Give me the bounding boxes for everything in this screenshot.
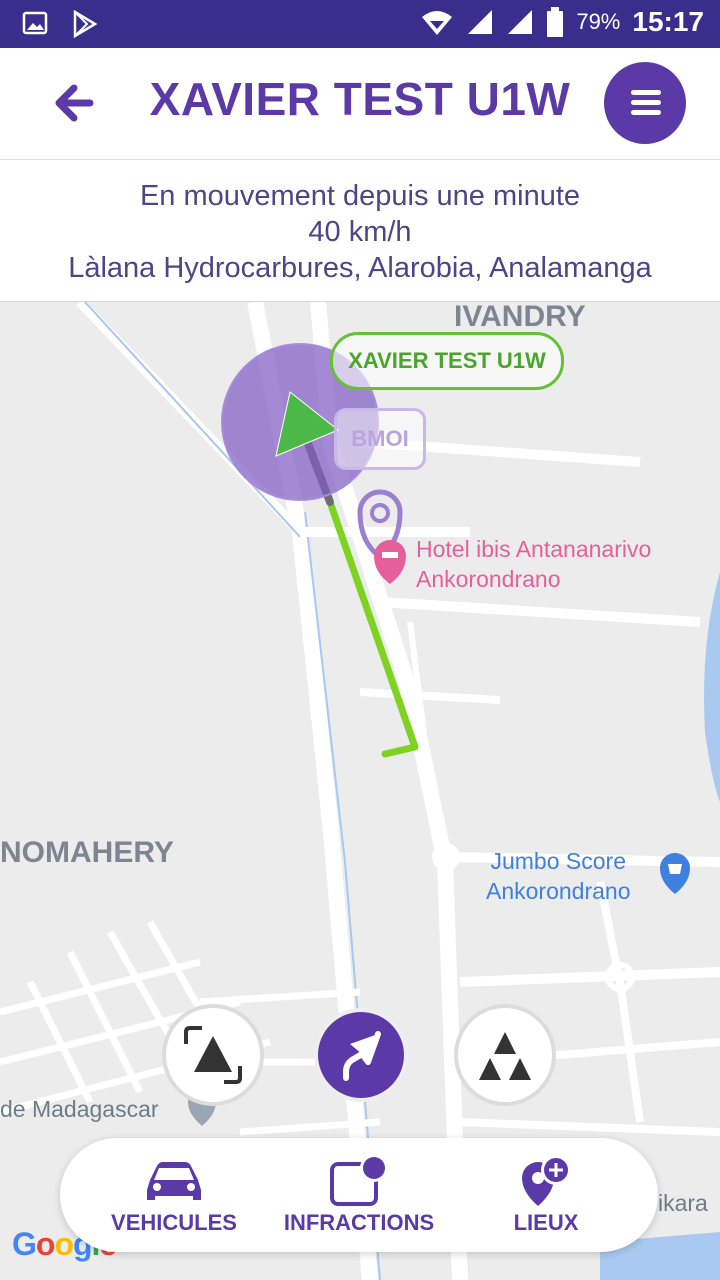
- vehicle-status-panel: En mouvement depuis une minute 40 km/h L…: [0, 160, 720, 302]
- app-header: XAVIER TEST U1W: [0, 48, 720, 160]
- battery-icon: [547, 7, 564, 37]
- signal-icon: [508, 10, 533, 34]
- recenter-button[interactable]: [162, 1004, 264, 1106]
- gallery-icon: [22, 11, 48, 35]
- navigate-arrow-icon: [343, 1031, 381, 1081]
- focus-arrow-icon: [184, 1026, 242, 1084]
- group-vehicles-button[interactable]: [454, 1004, 556, 1106]
- area-label-nomahery: NOMAHERY: [0, 836, 174, 869]
- back-button[interactable]: [50, 78, 100, 128]
- car-icon: [147, 1162, 201, 1200]
- signal-icon: [468, 10, 493, 34]
- navigate-button[interactable]: [314, 1008, 408, 1102]
- poi-jumbo-label[interactable]: Jumbo Score Ankorondrano: [486, 846, 631, 906]
- nav-lieux[interactable]: LIEUX: [480, 1138, 612, 1252]
- page-title: XAVIER TEST U1W: [149, 73, 571, 125]
- add-place-icon: [522, 1155, 571, 1206]
- multi-arrow-icon: [479, 1032, 531, 1080]
- arrow-left-icon: [55, 84, 94, 122]
- play-store-icon: [73, 10, 98, 38]
- menu-button[interactable]: [604, 62, 686, 144]
- clock: 15:17: [632, 6, 704, 37]
- poi-madagascar-label: de Madagascar: [0, 1096, 159, 1122]
- bottom-navigation: VEHICULES INFRACTIONS LIEUX: [60, 1138, 658, 1252]
- address: Làlana Hydrocarbures, Alarobia, Analaman…: [68, 252, 652, 284]
- nav-infractions[interactable]: INFRACTIONS: [274, 1138, 444, 1252]
- vehicle-tag[interactable]: XAVIER TEST U1W: [330, 332, 564, 390]
- movement-status: En mouvement depuis une minute: [139, 180, 581, 212]
- poi-hotel-label[interactable]: Hotel ibis Antananarivo Ankorondrano: [416, 534, 651, 594]
- area-label-ivandry: IVANDRY: [454, 302, 586, 333]
- poi-ikara-label: ikara: [658, 1190, 708, 1216]
- map-view[interactable]: IVANDRY NOMAHERY XAVIER TEST U1W BMOI Ho…: [0, 302, 720, 1280]
- battery-percent: 79%: [576, 9, 621, 34]
- status-bar: 79% 15:17: [0, 0, 720, 48]
- bmoi-label: BMOI: [334, 408, 426, 470]
- speed: 40 km/h: [308, 216, 412, 248]
- notification-badge-icon: [330, 1154, 388, 1206]
- wifi-icon: [422, 11, 453, 35]
- hamburger-icon: [631, 90, 661, 95]
- nav-vehicules[interactable]: VEHICULES: [96, 1138, 252, 1252]
